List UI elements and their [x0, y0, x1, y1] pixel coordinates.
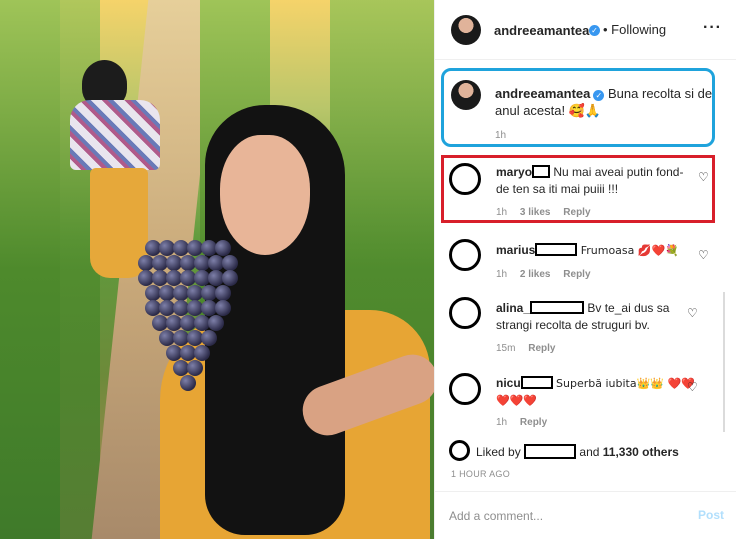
comment-meta: 1h 2 likes Reply [496, 269, 601, 280]
reply-button[interactable]: Reply [520, 417, 547, 428]
likes-summary: Liked by and 11,330 others [435, 438, 736, 464]
redacted-box [530, 301, 585, 314]
reply-button[interactable]: Reply [528, 343, 555, 354]
add-comment-bar: Post [435, 491, 736, 539]
redacted-box [524, 444, 577, 459]
heart-icon[interactable]: ♡ [698, 170, 709, 184]
avatar[interactable] [449, 163, 481, 195]
comment-item: nicu Superbă iubita👑👑 ❤️❤️❤️❤️❤️ ♡ 1h Re… [435, 366, 736, 432]
post-button[interactable]: Post [698, 508, 724, 522]
comment-meta: 15m Reply [496, 343, 565, 354]
avatar[interactable] [449, 373, 481, 405]
comment-item: alina_ Bv te_ai dus sa strangi recolta d… [435, 290, 736, 360]
avatar[interactable] [449, 440, 470, 461]
avatar[interactable] [451, 80, 481, 110]
comment-text-block: marius Frumoasa 💋❤️💐 [496, 242, 696, 259]
avatar[interactable] [449, 239, 481, 271]
comment-time[interactable]: 1h [496, 417, 507, 428]
comment-text-block: nicu Superbă iubita👑👑 ❤️❤️❤️❤️❤️ [496, 375, 696, 409]
likes-count[interactable]: 11,330 others [603, 445, 679, 459]
reply-button[interactable]: Reply [563, 207, 590, 218]
caption-username[interactable]: andreeamantea [495, 86, 590, 101]
comment-text: Frumoasa 💋❤️💐 [580, 244, 679, 257]
grape-bunch [138, 240, 253, 405]
reply-button[interactable]: Reply [563, 269, 590, 280]
heart-icon[interactable]: ♡ [687, 306, 698, 320]
post-header: andreeamantea ✓ • Following ··· [435, 0, 736, 60]
comment-meta: 1h 3 likes Reply [496, 207, 601, 218]
comment-username[interactable]: nicu [496, 376, 521, 390]
avatar[interactable] [451, 15, 481, 45]
comment-username[interactable]: maryo [496, 165, 532, 179]
heart-icon[interactable]: ♡ [687, 380, 698, 394]
comment-time[interactable]: 1h [496, 207, 507, 218]
redacted-box [535, 243, 578, 256]
comment-time[interactable]: 15m [496, 343, 515, 354]
post-photo[interactable] [0, 0, 434, 539]
heart-icon[interactable]: ♡ [698, 248, 709, 262]
comments-scrollbar[interactable] [723, 292, 725, 432]
comment-input[interactable] [449, 506, 679, 526]
comment-item: marius Frumoasa 💋❤️💐 ♡ 1h 2 likes Reply [435, 232, 736, 284]
verified-badge-icon: ✓ [589, 25, 600, 36]
likes-text[interactable]: Liked by and 11,330 others [476, 444, 679, 459]
caption: andreeamantea ✓ Buna recolta si de anul a… [435, 60, 736, 148]
post-side-panel: andreeamantea ✓ • Following ··· andreeam… [434, 0, 736, 539]
comment-likes[interactable]: 2 likes [520, 269, 551, 280]
caption-time[interactable]: 1h [495, 130, 506, 141]
comment-item: maryo Nu mai aveai putin fond-de ten sa … [435, 155, 736, 223]
verified-badge-icon: ✓ [593, 90, 605, 101]
comment-username[interactable]: alina_ [496, 301, 530, 315]
post-username[interactable]: andreeamantea [494, 23, 589, 38]
redacted-box [520, 376, 553, 389]
comment-text-block: maryo Nu mai aveai putin fond-de ten sa … [496, 164, 696, 198]
comment-time[interactable]: 1h [496, 269, 507, 280]
more-options-icon[interactable]: ··· [703, 19, 722, 37]
comment-text-block: alina_ Bv te_ai dus sa strangi recolta d… [496, 300, 696, 334]
comment-meta: 1h Reply [496, 417, 557, 428]
redacted-box [532, 165, 551, 178]
avatar[interactable] [449, 297, 481, 329]
likes-prefix: Liked by [476, 445, 521, 459]
comment-likes[interactable]: 3 likes [520, 207, 551, 218]
caption-text-block: andreeamantea ✓ Buna recolta si de anul a… [495, 85, 715, 119]
post-time-ago[interactable]: 1 HOUR AGO [451, 469, 510, 479]
following-status[interactable]: • Following [603, 22, 666, 37]
comment-username[interactable]: marius [496, 243, 535, 257]
following-label[interactable]: Following [611, 22, 666, 37]
likes-middle: and [579, 445, 600, 459]
